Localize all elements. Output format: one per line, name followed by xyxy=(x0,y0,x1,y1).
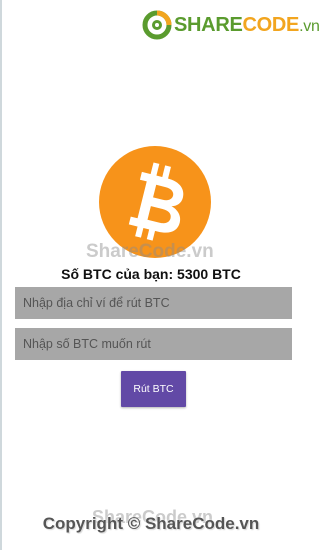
watermark-text: ShareCode.vn xyxy=(86,241,214,262)
copyright-footer: Copyright © ShareCode.vn xyxy=(42,514,260,533)
withdraw-btc-button[interactable]: Rút BTC xyxy=(121,371,186,407)
btc-amount-input[interactable] xyxy=(15,328,292,360)
sharecode-logo-icon xyxy=(142,10,172,40)
brand-share-text: SHARE xyxy=(174,13,243,36)
wallet-address-input[interactable] xyxy=(15,287,292,319)
btc-balance-label: Số BTC của bạn: 5300 BTC xyxy=(61,266,241,282)
brand-wordmark: SHARECODE.vn xyxy=(174,14,320,37)
brand-code-text: CODE xyxy=(242,13,300,36)
sharecode-brand-logo: SHARECODE.vn xyxy=(142,10,320,40)
brand-vn-text: .vn xyxy=(299,17,320,35)
